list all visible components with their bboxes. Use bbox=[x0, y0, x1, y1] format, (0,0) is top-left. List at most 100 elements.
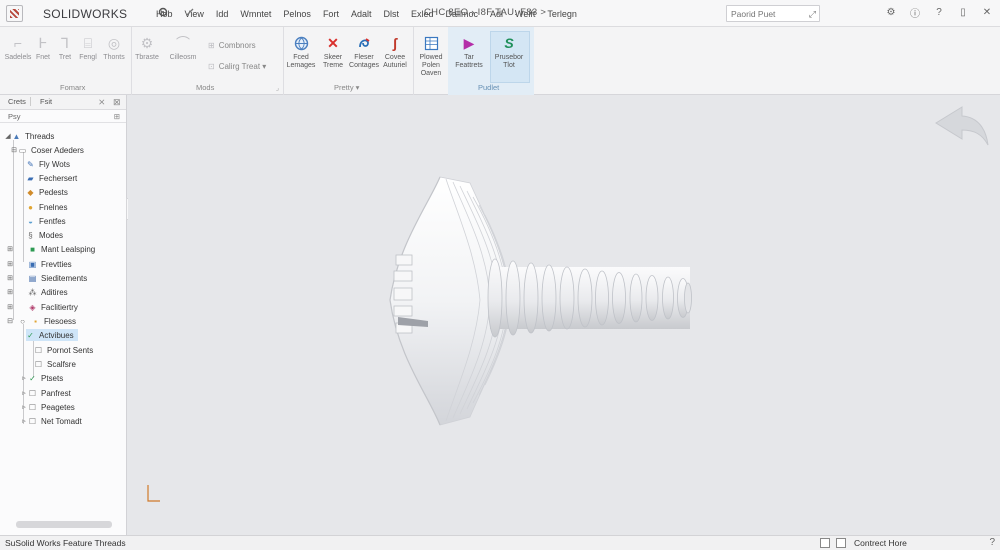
tree-node[interactable]: ▰ Fechersert bbox=[26, 172, 77, 184]
expand-toggle-icon[interactable]: ▹ bbox=[20, 403, 28, 411]
box-icon: ☐ bbox=[28, 416, 37, 426]
folder-icon: ▭ bbox=[18, 145, 27, 155]
tree-node[interactable]: ⊞ ◈ Faclitiertry bbox=[6, 301, 78, 313]
tree-node[interactable]: ▹ ✓ Ptsets bbox=[20, 372, 63, 384]
tree-node[interactable]: ▹ ☐ Peagetes bbox=[20, 401, 75, 413]
menu-item[interactable]: Wmntet bbox=[234, 9, 277, 19]
tree-node-root[interactable]: ◢ ▲ Threads bbox=[4, 130, 54, 142]
box-icon: ☐ bbox=[28, 402, 37, 412]
pin-icon[interactable]: ▯ bbox=[956, 5, 970, 19]
expand-toggle-icon[interactable]: ▹ bbox=[20, 389, 28, 397]
search-icon[interactable]: ⤢ bbox=[809, 9, 816, 20]
help-question-icon[interactable]: ? bbox=[989, 537, 995, 548]
box-icon: ☐ bbox=[34, 345, 43, 355]
expand-toggle-icon[interactable]: ⊞ bbox=[6, 274, 14, 282]
tree-node[interactable]: ⊟ ▭ Coser Adeders bbox=[10, 144, 84, 156]
attributes-icon: ⁂ bbox=[28, 287, 37, 297]
help-icon[interactable]: ? bbox=[932, 5, 946, 19]
tab-fsit[interactable]: Fsit bbox=[30, 97, 52, 106]
tree-node[interactable]: ⊟ ○ ▪ Flesoess bbox=[6, 315, 76, 327]
factory-icon: ◈ bbox=[29, 302, 36, 312]
menu-item[interactable]: Terlegn bbox=[541, 9, 583, 19]
ribbon-button[interactable]: ◎ Thonts bbox=[99, 35, 129, 62]
expand-toggle-icon[interactable]: ⊞ bbox=[6, 303, 14, 311]
tree-node[interactable]: ⊞ ■ Mant Lealsping bbox=[6, 243, 95, 255]
ribbon-button[interactable]: S Prusebor Tlot bbox=[494, 35, 524, 70]
settings-icon[interactable]: ⚙ bbox=[884, 5, 898, 19]
view-orientation-arrow-icon[interactable] bbox=[928, 101, 994, 151]
tree-node[interactable]: ◒ Fentfes bbox=[26, 215, 66, 227]
collapse-icon[interactable]: ⨯ bbox=[98, 97, 106, 108]
panel-horizontal-scrollbar[interactable] bbox=[16, 521, 112, 528]
app-title: SOLIDWORKS bbox=[43, 7, 128, 21]
info-icon[interactable]: ⓘ bbox=[908, 5, 922, 20]
status-toggle-icon[interactable] bbox=[820, 538, 830, 548]
flex-icon bbox=[356, 35, 372, 51]
status-mode-icon[interactable] bbox=[836, 538, 846, 548]
tree-node[interactable]: ▹ ☐ Net Tomadt bbox=[20, 415, 82, 427]
tree-node[interactable]: § Modes bbox=[26, 229, 63, 241]
expand-toggle-icon[interactable]: ⊟ bbox=[10, 146, 18, 154]
search-box[interactable]: ⤢ bbox=[726, 5, 820, 22]
group-expand-icon[interactable]: ⌟ bbox=[276, 84, 279, 92]
box-icon: ☐ bbox=[34, 359, 43, 369]
pencil-icon[interactable] bbox=[185, 7, 195, 17]
tree-node[interactable]: ▹ ☐ Panfrest bbox=[20, 387, 71, 399]
menu-item[interactable]: Pelnos bbox=[277, 9, 317, 19]
ribbon-button[interactable]: ✕ Skeer Treme bbox=[318, 35, 348, 70]
part-icon: ▲ bbox=[12, 131, 21, 141]
model-render[interactable] bbox=[128, 95, 1000, 535]
expand-toggle-icon[interactable]: ⊞ bbox=[6, 245, 14, 253]
tree-node[interactable]: ◆ Pedests bbox=[26, 186, 67, 198]
hole-icon: ◎ bbox=[107, 34, 121, 51]
search-input[interactable] bbox=[727, 6, 805, 21]
ribbon-button[interactable]: ʃ Covee Auturiel bbox=[380, 35, 410, 70]
settings-tree-icon: ▤ bbox=[28, 273, 37, 283]
gear-icon[interactable] bbox=[158, 7, 168, 17]
filter-toggle-icon[interactable]: ⊞ bbox=[114, 112, 120, 121]
calirg-treat-button[interactable]: ⊡ Calirg Treat ▾ bbox=[208, 62, 266, 71]
ribbon-button[interactable]: Plowed Polen Oaven bbox=[416, 35, 446, 78]
combinors-button[interactable]: ⊞ Combnors bbox=[208, 41, 256, 50]
tree-node[interactable]: ⊞ ⁂ Aditires bbox=[6, 286, 68, 298]
thread-icon: ⚙ bbox=[140, 34, 154, 51]
globe-icon bbox=[293, 35, 309, 51]
expand-toggle-icon[interactable]: ⊞ bbox=[6, 288, 14, 296]
filter-label[interactable]: Psy bbox=[8, 112, 21, 121]
expand-toggle-icon[interactable]: ▹ bbox=[20, 417, 28, 425]
tree-node-selected[interactable]: ✓ Actvibues bbox=[26, 329, 78, 341]
menu-item[interactable]: Fort bbox=[317, 9, 345, 19]
panel-filter-bar: Psy ⊞ bbox=[0, 110, 126, 123]
close-icon[interactable]: ✕ bbox=[980, 5, 994, 19]
close-panel-icon[interactable]: ⊠ bbox=[113, 97, 121, 108]
ribbon-group-fomarx: ⌐ Sadelels Ͱ Fnet Ꞁ Tret ⌸ Fengl ◎ Thont… bbox=[0, 27, 132, 95]
graphics-viewport[interactable] bbox=[128, 95, 1000, 535]
tree-node[interactable]: ⊞ ▣ Frevtties bbox=[6, 258, 72, 270]
expand-toggle-icon[interactable]: ⊟ bbox=[6, 317, 14, 325]
app-logo-icon[interactable] bbox=[6, 5, 23, 22]
mode-icon: § bbox=[28, 230, 33, 240]
ribbon-button[interactable]: Fced Lemages bbox=[286, 35, 316, 70]
status-bar: SuSolid Works Feature Threads Contrect H… bbox=[0, 535, 1000, 550]
menu-item[interactable]: Idd bbox=[210, 9, 235, 19]
cosmetic-button[interactable]: ⌒ Cilleosm bbox=[168, 35, 198, 62]
tree-node[interactable]: ☐ Scalfsre bbox=[34, 358, 76, 370]
tree-node[interactable]: ● Fnelnes bbox=[26, 201, 67, 213]
expand-toggle-icon[interactable]: ▹ bbox=[20, 374, 28, 382]
expand-toggle-icon[interactable]: ◢ bbox=[4, 132, 12, 140]
ribbon-button[interactable]: Fleser Contages bbox=[349, 35, 379, 70]
tab-crets[interactable]: Crets bbox=[8, 97, 26, 106]
combine-icon: ⊞ bbox=[208, 41, 215, 50]
menu-item[interactable]: Dlst bbox=[377, 9, 405, 19]
expand-toggle-icon[interactable]: ⊞ bbox=[6, 260, 14, 268]
pedestal-icon: ◆ bbox=[27, 187, 34, 197]
ribbon-group-mods: ⚙ Tbraste ⌒ Cilleosm ⊞ Combnors ⊡ Calirg T… bbox=[132, 27, 284, 95]
tree-node[interactable]: ⊞ ▤ Sieditements bbox=[6, 272, 87, 284]
feature-manager-panel: Crets Fsit ⨯ ⊠ Psy ⊞ ◢ ▲ Threads ⊟ ▭ Cos… bbox=[0, 95, 127, 535]
tree-node[interactable]: ✎ Fly Wots bbox=[26, 158, 70, 170]
tree-node[interactable]: ☐ Pornot Sents bbox=[34, 344, 93, 356]
menu-item[interactable]: Adalt bbox=[345, 9, 378, 19]
curve-icon: ʃ bbox=[392, 35, 398, 51]
ribbon-button[interactable]: ▶ Tar Feattrets bbox=[454, 35, 484, 70]
threads-button[interactable]: ⚙ Tbraste bbox=[132, 35, 162, 62]
